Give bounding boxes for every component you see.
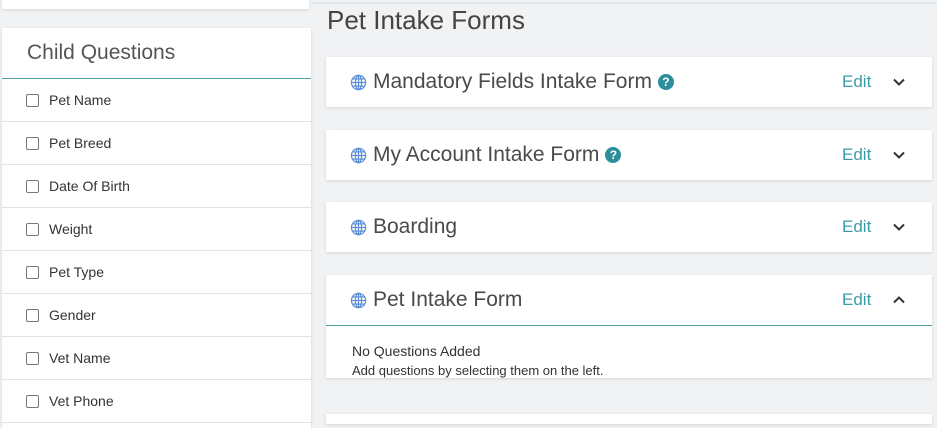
edit-link[interactable]: Edit xyxy=(842,290,871,310)
question-item-gender[interactable]: Gender xyxy=(2,294,311,337)
form-header[interactable]: Mandatory Fields Intake Form ? Edit xyxy=(326,57,932,107)
page-title: Pet Intake Forms xyxy=(327,5,525,35)
edit-link[interactable]: Edit xyxy=(842,217,871,237)
help-icon[interactable]: ? xyxy=(605,147,622,163)
form-card-mandatory-fields: Mandatory Fields Intake Form ? Edit xyxy=(326,57,932,107)
edit-link[interactable]: Edit xyxy=(842,72,871,92)
question-label: Pet Type xyxy=(49,264,105,280)
form-card-boarding: Boarding Edit xyxy=(326,202,932,252)
question-checkbox[interactable] xyxy=(26,93,39,107)
question-checkbox[interactable] xyxy=(26,222,39,236)
form-header[interactable]: My Account Intake Form ? Edit xyxy=(326,130,932,180)
globe-icon xyxy=(350,292,367,309)
question-label: Weight xyxy=(49,221,93,237)
edit-link[interactable]: Edit xyxy=(842,145,871,165)
question-checkbox[interactable] xyxy=(26,179,39,193)
child-questions-panel: Child Questions Pet Name Pet Breed Date … xyxy=(2,28,311,428)
next-form-card xyxy=(326,414,932,424)
question-checkbox[interactable] xyxy=(26,136,39,150)
form-header[interactable]: Pet Intake Form Edit xyxy=(326,275,932,325)
question-item-vet-name[interactable]: Vet Name xyxy=(2,337,311,380)
question-checkbox[interactable] xyxy=(26,308,39,322)
chevron-down-icon[interactable] xyxy=(892,75,906,89)
child-questions-title: Child Questions xyxy=(2,28,311,79)
globe-icon xyxy=(350,74,367,91)
question-label: Vet Name xyxy=(49,350,111,366)
empty-state-message: Add questions by selecting them on the l… xyxy=(352,363,604,378)
form-body: No Questions Added Add questions by sele… xyxy=(326,325,932,378)
empty-state-title: No Questions Added xyxy=(352,343,481,359)
question-label: Vet Phone xyxy=(49,393,114,409)
question-item-pet-name[interactable]: Pet Name xyxy=(2,79,311,122)
help-icon[interactable]: ? xyxy=(657,74,674,90)
question-label: Pet Name xyxy=(49,92,112,108)
form-card-my-account: My Account Intake Form ? Edit xyxy=(326,130,932,180)
chevron-down-icon[interactable] xyxy=(892,220,906,234)
form-card-pet-intake: Pet Intake Form Edit No Questions Added … xyxy=(326,275,932,378)
question-item-vet-phone[interactable]: Vet Phone xyxy=(2,380,311,423)
globe-icon xyxy=(350,147,367,164)
question-checkbox[interactable] xyxy=(26,265,39,279)
question-item-pet-type[interactable]: Pet Type xyxy=(2,251,311,294)
question-checkbox[interactable] xyxy=(26,351,39,365)
form-title: Boarding xyxy=(373,215,458,238)
top-panel-card xyxy=(2,0,309,9)
question-label: Pet Breed xyxy=(49,135,112,151)
form-title: Mandatory Fields Intake Form xyxy=(373,70,652,93)
chevron-up-icon[interactable] xyxy=(892,293,906,307)
form-title: Pet Intake Form xyxy=(373,288,523,311)
globe-icon xyxy=(350,219,367,236)
form-title: My Account Intake Form xyxy=(373,143,600,166)
chevron-down-icon[interactable] xyxy=(892,148,906,162)
top-divider xyxy=(313,2,937,4)
question-item-date-of-birth[interactable]: Date Of Birth xyxy=(2,165,311,208)
question-label: Date Of Birth xyxy=(49,178,130,194)
form-header[interactable]: Boarding Edit xyxy=(326,202,932,252)
question-label: Gender xyxy=(49,307,96,323)
question-checkbox[interactable] xyxy=(26,394,39,408)
question-item-weight[interactable]: Weight xyxy=(2,208,311,251)
question-item-pet-breed[interactable]: Pet Breed xyxy=(2,122,311,165)
